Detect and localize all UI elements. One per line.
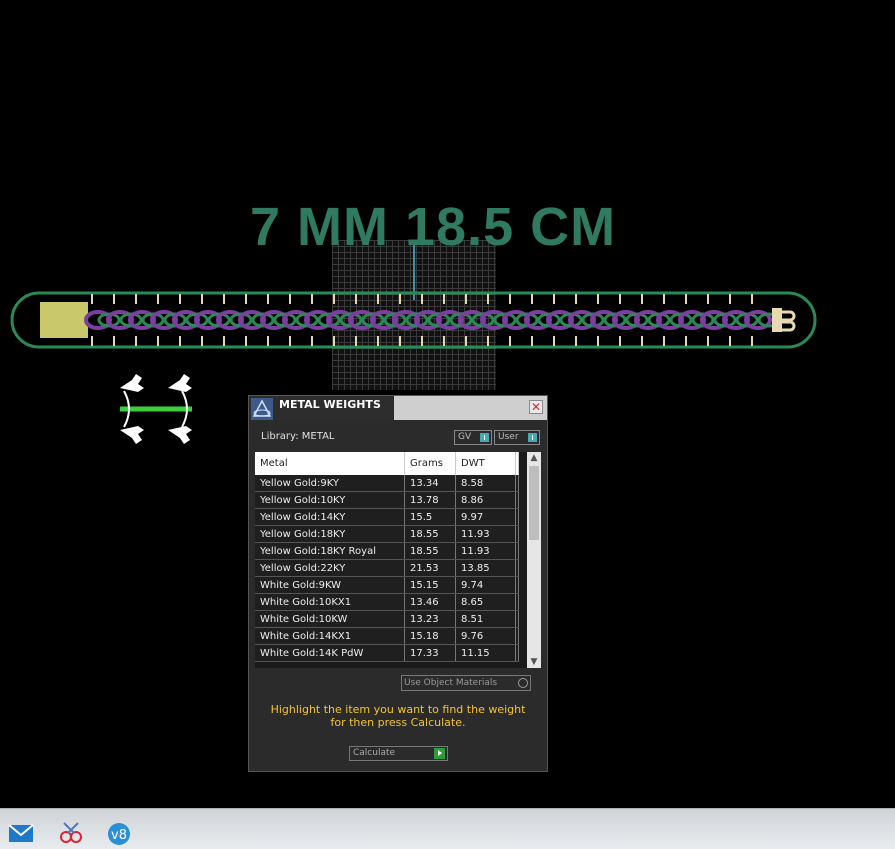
gizmo-handles[interactable]	[110, 368, 210, 453]
user-toggle-label: User	[498, 432, 519, 442]
cell-grams: 15.18	[404, 627, 456, 645]
table-header-row: Metal Grams DWT	[255, 452, 519, 475]
cell-dwt: 8.65	[455, 593, 516, 611]
play-arrow-icon[interactable]	[434, 748, 445, 759]
table-row[interactable]: Yellow Gold:10KY 13.78 8.86	[255, 491, 519, 509]
cell-grams: 13.23	[404, 610, 456, 628]
cell-metal: Yellow Gold:10KY	[255, 491, 405, 509]
toggle-knob-icon	[480, 433, 489, 442]
col-header-grams[interactable]: Grams	[404, 452, 456, 475]
mail-icon[interactable]	[8, 820, 34, 846]
cell-metal: Yellow Gold:9KY	[255, 475, 405, 492]
cell-dwt: 11.93	[455, 525, 516, 543]
table-row[interactable]: White Gold:10KX1 13.46 8.65	[255, 593, 519, 611]
cell-spacer	[515, 491, 519, 509]
table-row[interactable]: Yellow Gold:14KY 15.5 9.97	[255, 508, 519, 526]
cell-metal: White Gold:14KX1	[255, 627, 405, 645]
table-row[interactable]: White Gold:14KX1 15.18 9.76	[255, 627, 519, 645]
cell-metal: Yellow Gold:18KY	[255, 525, 405, 543]
metal-weights-dialog: METAL WEIGHTS ✕ Library: METAL GV User M…	[248, 395, 548, 772]
table-scrollbar[interactable]: ▲ ▼	[527, 452, 541, 668]
user-toggle[interactable]: User	[494, 430, 540, 445]
cell-dwt: 13.85	[455, 559, 516, 577]
cell-dwt: 8.51	[455, 610, 516, 628]
cell-dwt: 8.58	[455, 475, 516, 492]
metal-table-container: Metal Grams DWT Yellow Gold:9KY 13.34 8.58…	[255, 452, 541, 668]
dialog-title-tab: METAL WEIGHTS	[249, 396, 394, 420]
cell-metal: Yellow Gold:14KY	[255, 508, 405, 526]
gv-toggle-label: GV	[458, 432, 472, 442]
cell-metal: White Gold:10KX1	[255, 593, 405, 611]
toggle-knob-icon	[528, 433, 537, 442]
table-row[interactable]: Yellow Gold:22KY 21.53 13.85	[255, 559, 519, 577]
cell-spacer	[515, 525, 519, 543]
model-title-text: 7 MM 18.5 CM	[250, 197, 617, 257]
table-row[interactable]: Yellow Gold:18KY Royal 18.55 11.93	[255, 542, 519, 560]
dialog-titlebar[interactable]: METAL WEIGHTS ✕	[249, 396, 547, 420]
cell-spacer	[515, 475, 519, 492]
cell-spacer	[515, 610, 519, 628]
table-row[interactable]: White Gold:10KW 13.23 8.51	[255, 610, 519, 628]
scroll-up-icon[interactable]: ▲	[527, 452, 541, 464]
snipping-tool-icon[interactable]	[58, 820, 84, 846]
radio-circle-icon[interactable]	[518, 678, 528, 688]
col-header-dwt[interactable]: DWT	[455, 452, 516, 475]
calculate-button[interactable]: Calculate	[349, 746, 448, 761]
hint-line-2: for then press Calculate.	[330, 716, 466, 729]
cell-metal: White Gold:10KW	[255, 610, 405, 628]
cell-metal: White Gold:9KW	[255, 576, 405, 594]
cell-dwt: 9.74	[455, 576, 516, 594]
calculate-label: Calculate	[353, 748, 396, 758]
col-header-metal[interactable]: Metal	[255, 452, 405, 475]
cell-metal: Yellow Gold:18KY Royal	[255, 542, 405, 560]
cell-metal: Yellow Gold:22KY	[255, 559, 405, 577]
use-object-materials-field[interactable]: Use Object Materials	[401, 675, 531, 691]
dialog-title: METAL WEIGHTS	[279, 398, 381, 411]
scroll-thumb[interactable]	[529, 466, 539, 540]
cell-spacer	[515, 644, 519, 662]
cell-grams: 17.33	[404, 644, 456, 662]
cell-grams: 18.55	[404, 525, 456, 543]
cell-grams: 13.46	[404, 593, 456, 611]
v8-app-icon[interactable]: v8	[106, 820, 132, 846]
gv-toggle[interactable]: GV	[454, 430, 492, 445]
cell-dwt: 9.97	[455, 508, 516, 526]
cell-grams: 18.55	[404, 542, 456, 560]
hint-line-1: Highlight the item you want to find the …	[270, 703, 526, 716]
table-row[interactable]: White Gold:9KW 15.15 9.74	[255, 576, 519, 594]
cell-grams: 13.34	[404, 475, 456, 492]
cell-grams: 21.53	[404, 559, 456, 577]
cell-grams: 13.78	[404, 491, 456, 509]
bracelet-chain-model[interactable]	[10, 290, 818, 350]
hint-text: Highlight the item you want to find the …	[249, 703, 547, 729]
use-object-materials-label: Use Object Materials	[404, 678, 498, 688]
cell-dwt: 9.76	[455, 627, 516, 645]
metal-table: Metal Grams DWT Yellow Gold:9KY 13.34 8.58…	[255, 452, 519, 662]
cell-spacer	[515, 593, 519, 611]
svg-text:v8: v8	[111, 828, 127, 843]
table-row[interactable]: Yellow Gold:9KY 13.34 8.58	[255, 475, 519, 492]
3d-viewport[interactable]: 7 MM 18.5 CM METAL WEIGHTS ✕ Library: ME…	[0, 0, 895, 808]
cell-spacer	[515, 627, 519, 645]
cell-dwt: 11.15	[455, 644, 516, 662]
cell-metal: White Gold:14K PdW	[255, 644, 405, 662]
col-header-spacer	[515, 452, 519, 475]
taskbar: v8	[0, 808, 895, 849]
library-label: Library: METAL	[261, 431, 335, 442]
cell-grams: 15.5	[404, 508, 456, 526]
close-icon[interactable]: ✕	[529, 400, 543, 414]
table-row[interactable]: White Gold:14K PdW 17.33 11.15	[255, 644, 519, 662]
cell-dwt: 8.86	[455, 491, 516, 509]
table-row[interactable]: Yellow Gold:18KY 18.55 11.93	[255, 525, 519, 543]
cell-grams: 15.15	[404, 576, 456, 594]
scroll-down-icon[interactable]: ▼	[527, 656, 541, 668]
cell-spacer	[515, 559, 519, 577]
cell-spacer	[515, 542, 519, 560]
pyramid-logo-icon	[251, 398, 273, 420]
cell-dwt: 11.93	[455, 542, 516, 560]
cell-spacer	[515, 508, 519, 526]
cell-spacer	[515, 576, 519, 594]
